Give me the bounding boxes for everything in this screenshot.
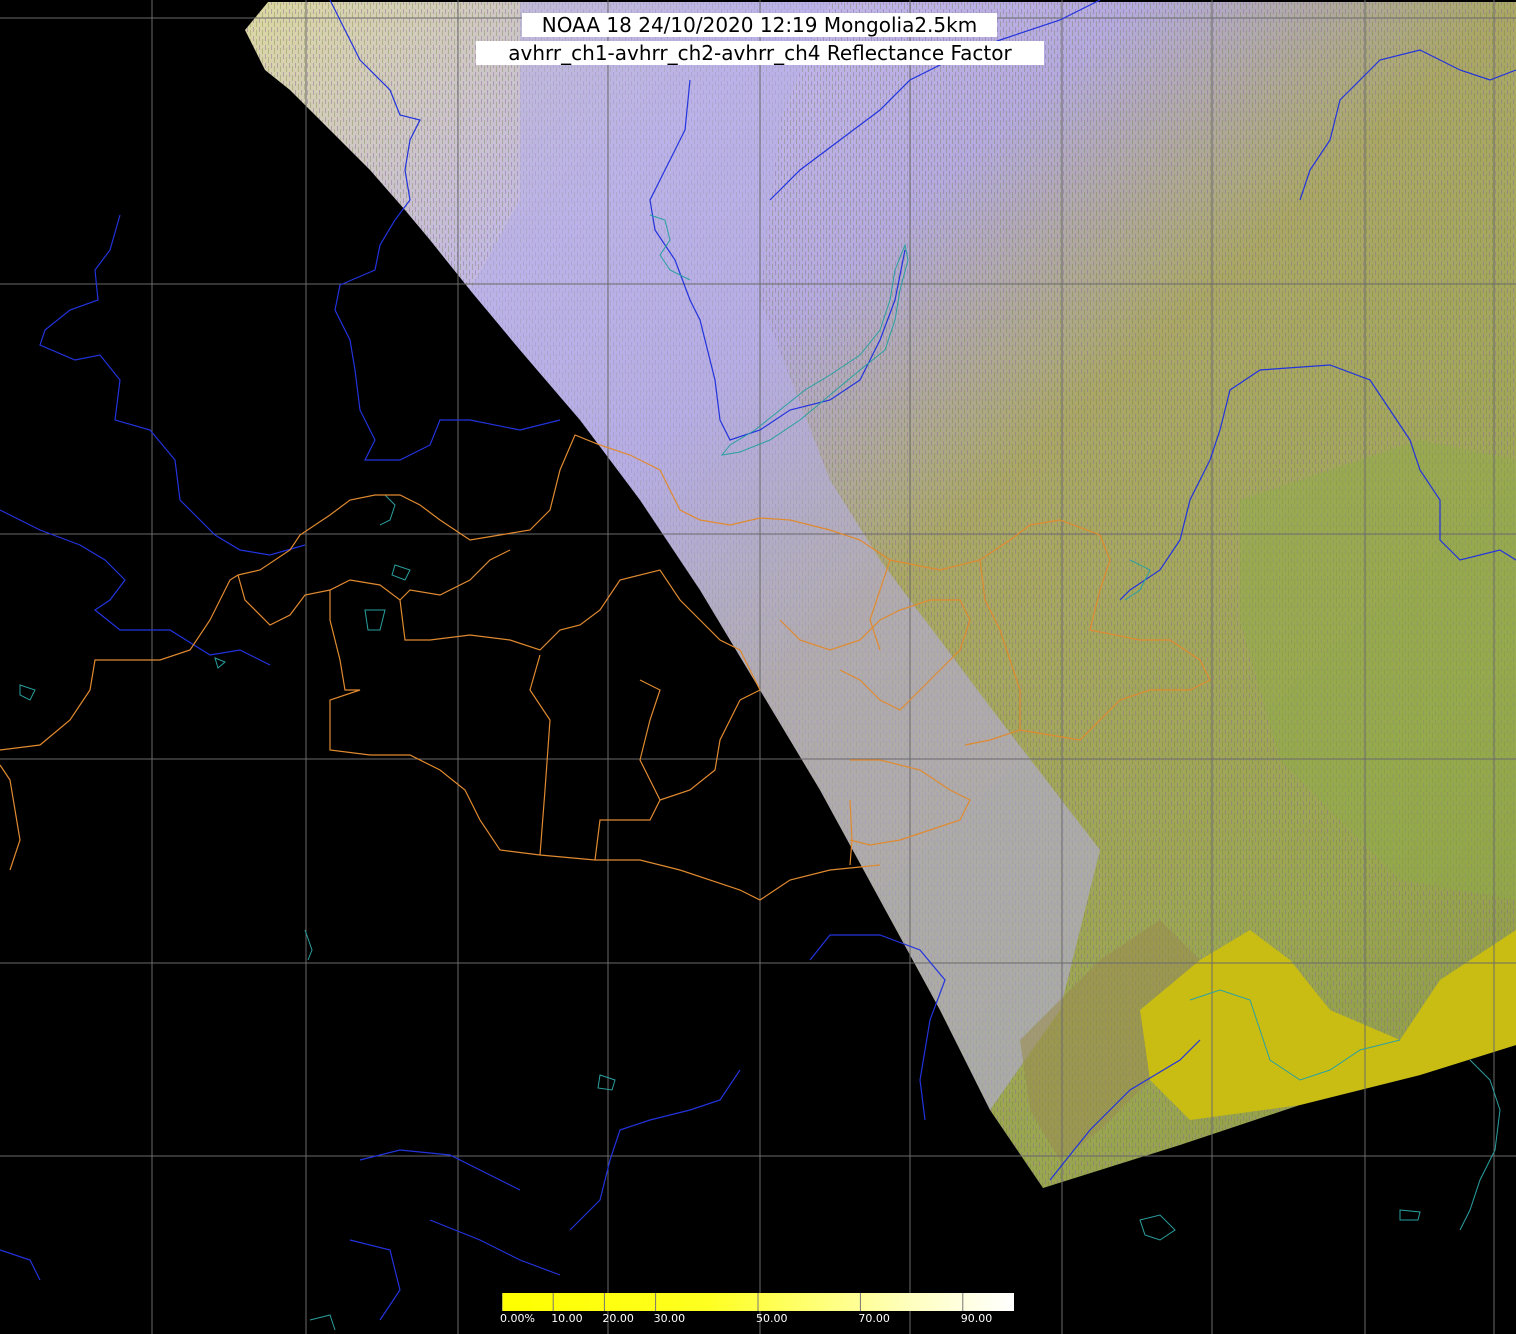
colorbar-tick-label: 70.00 — [858, 1312, 890, 1325]
map-title: NOAA 18 24/10/2020 12:19 Mongolia2.5km — [522, 13, 997, 37]
colorbar-tick-label: 10.00 — [551, 1312, 583, 1325]
map-subtitle: avhrr_ch1-avhrr_ch2-avhrr_ch4 Reflectanc… — [476, 41, 1044, 65]
satellite-map — [0, 0, 1516, 1334]
colorbar-tick-label: 30.00 — [653, 1312, 686, 1325]
colorbar-tick-label: 50.00 — [756, 1312, 788, 1325]
colorbar-tick-label: 0.00% — [500, 1312, 535, 1325]
satellite-swath — [245, 2, 1516, 1188]
colorbar-tick-label: 90.00 — [960, 1312, 993, 1325]
colorbar — [502, 1293, 1014, 1311]
colorbar-tick-label: 20.00 — [602, 1312, 634, 1325]
